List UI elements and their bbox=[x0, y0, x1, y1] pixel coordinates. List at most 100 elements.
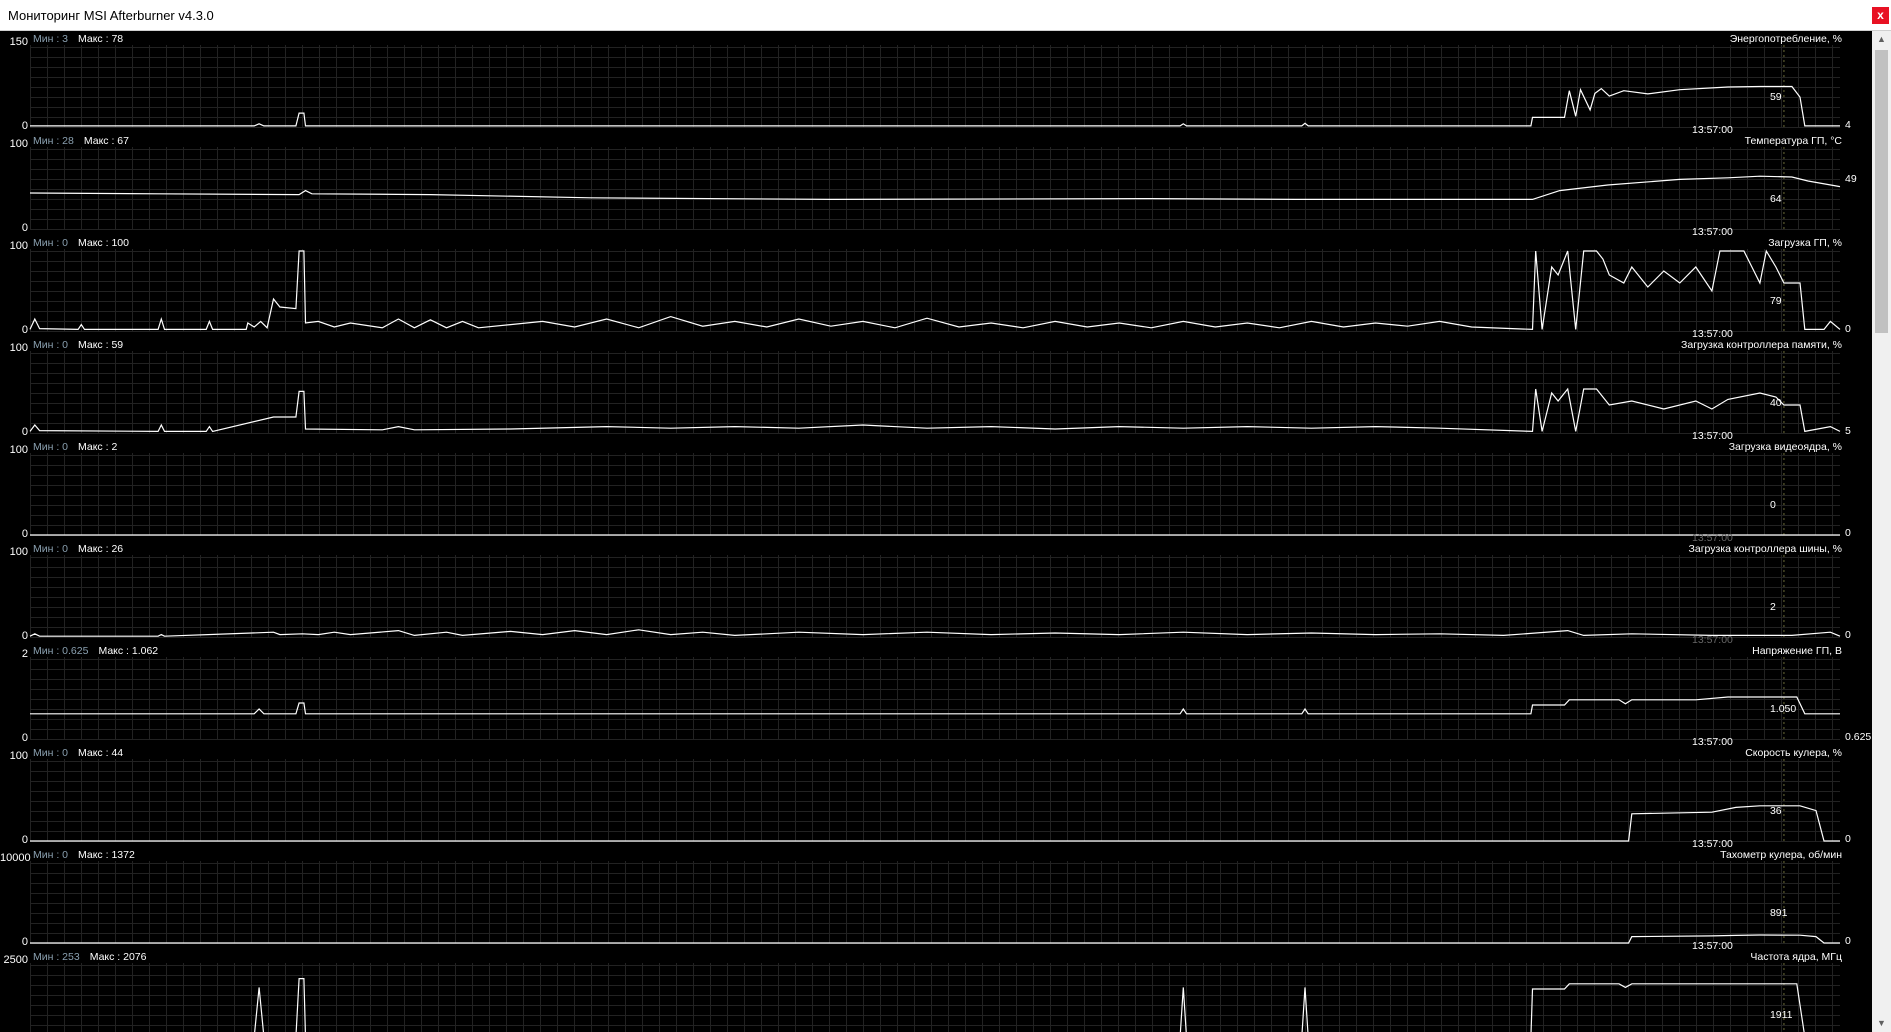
max-value: 2 bbox=[111, 441, 118, 453]
graph-plot bbox=[30, 759, 1840, 842]
graph-panel[interactable]: 25000Мин : 253Макс : 2076Частота ядра, М… bbox=[0, 949, 1872, 1032]
y-axis-max-label: 100 bbox=[9, 342, 28, 354]
y-axis-max-label: 100 bbox=[9, 138, 28, 150]
min-max-readout: Мин : 0 Макс : 100 bbox=[33, 237, 129, 249]
min-label: Мин : bbox=[33, 747, 63, 759]
scrollbar-thumb[interactable] bbox=[1875, 50, 1888, 333]
window-titlebar: Мониторинг MSI Afterburner v4.3.0 x bbox=[0, 0, 1891, 31]
graph-series-line bbox=[29, 249, 1841, 331]
max-label: Макс : bbox=[98, 645, 132, 657]
min-value: 28 bbox=[62, 135, 74, 147]
graph-grid bbox=[30, 555, 1840, 638]
graph-plot bbox=[30, 45, 1840, 128]
last-value-label: 0 bbox=[1845, 527, 1851, 539]
min-max-readout: Мин : 0 Макс : 26 bbox=[33, 543, 123, 555]
min-label: Мин : bbox=[33, 135, 63, 147]
y-axis-min-label: 0 bbox=[21, 528, 28, 540]
cursor-value-label: 1911 bbox=[1769, 1009, 1793, 1021]
max-value: 100 bbox=[111, 237, 129, 249]
max-value: 2076 bbox=[123, 951, 147, 963]
graph-grid bbox=[30, 963, 1840, 1032]
parameter-name: Частота ядра, МГц bbox=[1750, 951, 1842, 963]
y-axis-min-label: 0 bbox=[21, 324, 28, 336]
min-label: Мин : bbox=[33, 849, 63, 861]
graph-panel[interactable]: 100 0 Мин : 0 Макс : 26 Загрузка контроллера… bbox=[0, 541, 1872, 646]
graph-series-line bbox=[29, 387, 1841, 433]
min-value: 0.625 bbox=[62, 645, 89, 657]
graph-grid bbox=[30, 453, 1840, 536]
y-axis-max-label: 2 bbox=[21, 648, 28, 660]
graph-plot bbox=[30, 453, 1840, 536]
graph-panel[interactable]: 100 0 Мин : 28 Макс : 67 Температура ГП, °C 6… bbox=[0, 133, 1872, 238]
parameter-name: Скорость кулера, % bbox=[1745, 747, 1842, 759]
max-value: 67 bbox=[117, 135, 129, 147]
last-value-label: 49 bbox=[1845, 173, 1857, 185]
max-label: Макс : bbox=[78, 849, 112, 861]
graph-panel[interactable]: 100 0 Мин : 0 Макс : 44 Скорость кулера, % 36… bbox=[0, 745, 1872, 850]
graph-plot bbox=[29, 249, 1841, 332]
last-value-label: 0 bbox=[1845, 833, 1851, 845]
graph-panel[interactable]: 100 0 Мин : 0 Макс : 59 Загрузка контроллера… bbox=[0, 337, 1872, 442]
max-label: Макс : bbox=[89, 951, 124, 963]
parameter-name: Загрузка контроллера шины, % bbox=[1688, 543, 1842, 555]
max-label: Макс : bbox=[78, 441, 112, 453]
min-value: 0 bbox=[62, 237, 69, 249]
y-axis-max-label: 100 bbox=[9, 546, 28, 558]
graph-grid bbox=[30, 861, 1840, 944]
window-title: Мониторинг MSI Afterburner v4.3.0 bbox=[8, 8, 214, 23]
min-max-readout: Мин : 0 Макс : 59 bbox=[33, 339, 123, 351]
scroll-up-arrow-icon[interactable]: ▲ bbox=[1872, 31, 1891, 48]
parameter-name: Температура ГП, °C bbox=[1744, 135, 1842, 147]
min-max-readout: Мин : 253 Макс : 2076 bbox=[33, 951, 146, 963]
min-label: Мин : bbox=[33, 33, 63, 45]
max-value: 59 bbox=[111, 339, 124, 351]
last-value-label: 0 bbox=[1845, 935, 1851, 947]
cursor-value-label: 1.050 bbox=[1769, 703, 1797, 715]
graph-grid bbox=[30, 759, 1840, 842]
vertical-scrollbar[interactable]: ▲ ▼ bbox=[1872, 31, 1891, 1032]
min-label: Мин : bbox=[33, 645, 63, 657]
parameter-name: Энергопотребление, % bbox=[1729, 33, 1842, 45]
y-axis-max-label: 150 bbox=[9, 36, 28, 48]
scroll-down-arrow-icon[interactable]: ▼ bbox=[1872, 1015, 1891, 1032]
min-value: 3 bbox=[62, 33, 69, 45]
min-value: 0 bbox=[62, 441, 69, 453]
y-axis-min-label: 0 bbox=[21, 120, 28, 132]
cursor-value-label: 0 bbox=[1769, 499, 1776, 511]
cursor-value-label: 79 bbox=[1769, 295, 1782, 307]
min-label: Мин : bbox=[33, 441, 63, 453]
min-max-readout: Мин : 0 Макс : 1372 bbox=[33, 849, 135, 861]
graph-panel[interactable]: 10000 0 Мин : 0 Макс : 1372 Тахометр кулера,… bbox=[0, 847, 1872, 952]
min-value: 0 bbox=[62, 747, 69, 759]
graph-panel[interactable]: 100 0 Мин : 0 Макс : 100 Загрузка ГП, % 79 13:… bbox=[0, 235, 1872, 340]
graph-panel[interactable]: 2 0 Мин : 0.625 Макс : 1.062 Напряжение ГП, … bbox=[0, 643, 1872, 748]
close-button[interactable]: x bbox=[1872, 7, 1889, 24]
graph-panel[interactable]: 150 0 Мин : 3 Макс : 78 Энергопотребление, %… bbox=[0, 31, 1872, 136]
min-value: 0 bbox=[62, 543, 69, 555]
last-value-label: 4 bbox=[1845, 119, 1851, 131]
graph-series-line bbox=[30, 85, 1840, 127]
graph-panel[interactable]: 100 0 Мин : 0 Макс : 2 Загрузка видеоядра, %… bbox=[0, 439, 1872, 544]
parameter-name: Загрузка контроллера памяти, % bbox=[1681, 339, 1842, 351]
y-axis-max-label: 2500 bbox=[3, 954, 28, 966]
last-value-label: 0.625 bbox=[1845, 731, 1872, 743]
max-label: Макс : bbox=[78, 237, 112, 249]
max-label: Макс : bbox=[78, 339, 112, 351]
y-axis-max-label: 10000 bbox=[0, 852, 31, 864]
max-label: Макс : bbox=[78, 747, 112, 759]
parameter-name: Тахометр кулера, об/мин bbox=[1720, 849, 1842, 861]
graph-plot bbox=[30, 861, 1840, 944]
graph-plot bbox=[29, 351, 1841, 434]
min-label: Мин : bbox=[33, 543, 63, 555]
min-value: 253 bbox=[62, 951, 80, 963]
last-value-label: 0 bbox=[1845, 629, 1851, 641]
last-value-label: 0 bbox=[1845, 323, 1851, 335]
max-value: 1372 bbox=[111, 849, 135, 861]
monitoring-graph-area[interactable]: 150 0 Мин : 3 Макс : 78 Энергопотребление, %… bbox=[0, 31, 1872, 1032]
max-value: 44 bbox=[111, 747, 124, 759]
y-axis-min-label: 0 bbox=[21, 834, 28, 846]
graph-series-line bbox=[30, 934, 1840, 944]
graph-plot bbox=[30, 963, 1840, 1032]
parameter-name: Загрузка ГП, % bbox=[1768, 237, 1842, 249]
graph-grid bbox=[30, 657, 1840, 740]
